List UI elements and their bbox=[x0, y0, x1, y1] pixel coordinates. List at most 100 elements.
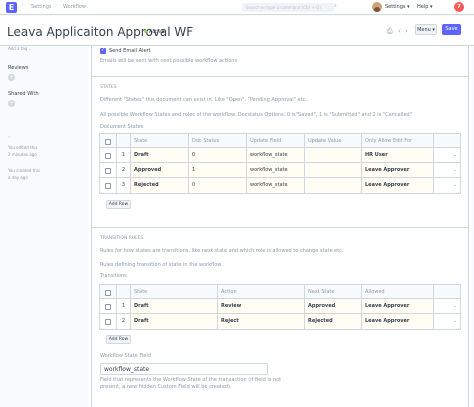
table-row[interactable]: 1 Draft 0 workflow_state HR User ⌄ bbox=[100, 148, 460, 163]
state-cell[interactable]: Draft bbox=[131, 299, 218, 313]
document-states-table: State Doc Status Update Field Update Val… bbox=[99, 133, 461, 194]
row-checkbox[interactable] bbox=[105, 153, 111, 159]
workflow-state-field-help2: present, a new hidden Custom Field will … bbox=[100, 384, 231, 390]
transitions-table-label: Transitions bbox=[100, 273, 127, 279]
chevron-down-icon[interactable]: ⌄ bbox=[453, 299, 457, 314]
row-checkbox[interactable] bbox=[105, 319, 111, 325]
sidebar: Add a tag ... Reviews + Shared With + ♡ … bbox=[0, 46, 88, 407]
transition-rules-help: Rules defining transition of state in th… bbox=[100, 262, 223, 268]
doc-status-cell[interactable]: 1 bbox=[189, 163, 247, 177]
shared-with-label: Shared With bbox=[8, 91, 39, 97]
app-logo[interactable]: E bbox=[6, 2, 17, 13]
row-select-cell bbox=[100, 178, 117, 193]
table-row[interactable]: 1 Draft Review Approved Leave Approver ⌄ bbox=[100, 299, 460, 314]
transition-heading: TRANSITION RULES bbox=[100, 236, 144, 241]
workflow-state-field-help1: Field that represents the Workflow State… bbox=[100, 377, 282, 383]
select-all-checkbox[interactable] bbox=[105, 139, 111, 145]
update-field-header: Update Field bbox=[247, 134, 305, 147]
states-description: Different "States" this document can exi… bbox=[100, 97, 307, 103]
allow-edit-cell[interactable]: HR User bbox=[362, 148, 434, 162]
add-transition-row-button[interactable]: Add Row bbox=[106, 335, 131, 344]
state-header: State bbox=[131, 285, 218, 298]
state-header: State bbox=[131, 134, 189, 147]
allow-edit-header: Only Allow Edit For bbox=[362, 134, 434, 147]
help-label: Help bbox=[417, 4, 429, 10]
next-state-cell[interactable]: Approved bbox=[305, 299, 362, 313]
allowed-cell[interactable]: Leave Approver bbox=[362, 314, 434, 329]
table-row[interactable]: 3 Rejected 0 workflow_state Leave Approv… bbox=[100, 178, 460, 193]
action-header: Action bbox=[218, 285, 305, 298]
breadcrumb-settings[interactable]: Settings bbox=[31, 4, 52, 10]
state-cell[interactable]: Draft bbox=[131, 148, 189, 162]
update-field-cell[interactable]: workflow_state bbox=[247, 178, 305, 193]
row-checkbox[interactable] bbox=[105, 304, 111, 310]
created-by-line1: You created this bbox=[8, 168, 40, 173]
state-cell[interactable]: Rejected bbox=[131, 178, 189, 193]
settings-dropdown[interactable]: Settings ▾ bbox=[385, 4, 410, 10]
settings-label: Settings bbox=[385, 4, 406, 10]
state-cell[interactable]: Approved bbox=[131, 163, 189, 177]
chevron-right-icon: › bbox=[21, 3, 23, 9]
select-all-cell bbox=[100, 285, 117, 298]
update-value-cell[interactable] bbox=[305, 148, 362, 162]
action-cell[interactable]: Review bbox=[218, 299, 305, 313]
print-icon[interactable]: ⎙ bbox=[387, 27, 393, 36]
form-body: Send Email Alert Emails will be sent wit… bbox=[91, 46, 469, 407]
idx-header bbox=[117, 285, 131, 298]
states-table-label: Document States bbox=[100, 124, 144, 130]
allowed-header: Allowed bbox=[362, 285, 434, 298]
add-share-icon[interactable]: + bbox=[8, 100, 15, 107]
table-header: State Action Next State Allowed bbox=[100, 285, 460, 299]
search-icon: ⌕ bbox=[334, 3, 337, 9]
table-row[interactable]: 2 Draft Reject Rejected Leave Approver ⌄ bbox=[100, 314, 460, 329]
chevron-down-icon[interactable]: ⌄ bbox=[453, 148, 457, 163]
send-email-checkbox[interactable] bbox=[100, 47, 106, 54]
table-header: State Doc Status Update Field Update Val… bbox=[100, 134, 460, 148]
row-checkbox[interactable] bbox=[105, 183, 111, 189]
save-button[interactable]: Save bbox=[442, 24, 461, 35]
comment-count-icon: ♡ bbox=[8, 135, 12, 140]
prev-icon[interactable]: ‹ bbox=[398, 27, 401, 35]
add-tag-link[interactable]: Add a tag ... bbox=[8, 46, 32, 51]
avatar[interactable] bbox=[372, 2, 382, 12]
notification-badge[interactable]: 7 bbox=[454, 2, 464, 12]
menu-button[interactable]: Menu ▾ bbox=[415, 24, 437, 35]
update-field-cell[interactable]: workflow_state bbox=[247, 163, 305, 177]
table-row[interactable]: 2 Approved 1 workflow_state Leave Approv… bbox=[100, 163, 460, 178]
doc-status-header: Doc Status bbox=[189, 134, 247, 147]
row-select-cell bbox=[100, 148, 117, 162]
chevron-down-icon[interactable]: ⌄ bbox=[453, 163, 457, 178]
workflow-state-field-input[interactable]: workflow_state bbox=[100, 363, 268, 375]
help-dropdown[interactable]: Help ▾ bbox=[417, 4, 433, 10]
state-cell[interactable]: Draft bbox=[131, 314, 218, 329]
next-icon[interactable]: › bbox=[405, 27, 408, 35]
breadcrumb-workflow[interactable]: Workflow bbox=[63, 4, 86, 10]
row-index: 3 bbox=[117, 178, 131, 193]
send-email-description: Emails will be sent with next possible w… bbox=[100, 58, 238, 64]
search-input[interactable]: Search or type a command (Ctrl + G) bbox=[242, 3, 334, 12]
next-state-cell[interactable]: Rejected bbox=[305, 314, 362, 329]
allow-edit-cell[interactable]: Leave Approver bbox=[362, 163, 434, 177]
update-value-cell[interactable] bbox=[305, 163, 362, 177]
add-state-row-button[interactable]: Add Row bbox=[106, 200, 131, 209]
chevron-down-icon[interactable]: ⌄ bbox=[453, 178, 457, 193]
select-all-checkbox[interactable] bbox=[105, 290, 111, 296]
row-index: 1 bbox=[117, 148, 131, 162]
allow-edit-cell[interactable]: Leave Approver bbox=[362, 178, 434, 193]
update-field-cell[interactable]: workflow_state bbox=[247, 148, 305, 162]
page-title: Leava Applicaiton Approval WF bbox=[7, 25, 194, 39]
update-value-cell[interactable] bbox=[305, 178, 362, 193]
status-indicator: Active bbox=[144, 29, 164, 35]
add-review-icon[interactable]: + bbox=[8, 74, 15, 81]
action-cell[interactable]: Reject bbox=[218, 314, 305, 329]
edited-by-line2: 2 minutes ago bbox=[8, 152, 37, 157]
row-checkbox[interactable] bbox=[105, 168, 111, 174]
row-index: 2 bbox=[117, 163, 131, 177]
chevron-down-icon[interactable]: ⌄ bbox=[453, 314, 457, 329]
row-select-cell bbox=[100, 314, 117, 329]
section-divider bbox=[92, 227, 468, 228]
allowed-cell[interactable]: Leave Approver bbox=[362, 299, 434, 313]
row-index: 2 bbox=[117, 314, 131, 329]
doc-status-cell[interactable]: 0 bbox=[189, 148, 247, 162]
doc-status-cell[interactable]: 0 bbox=[189, 178, 247, 193]
